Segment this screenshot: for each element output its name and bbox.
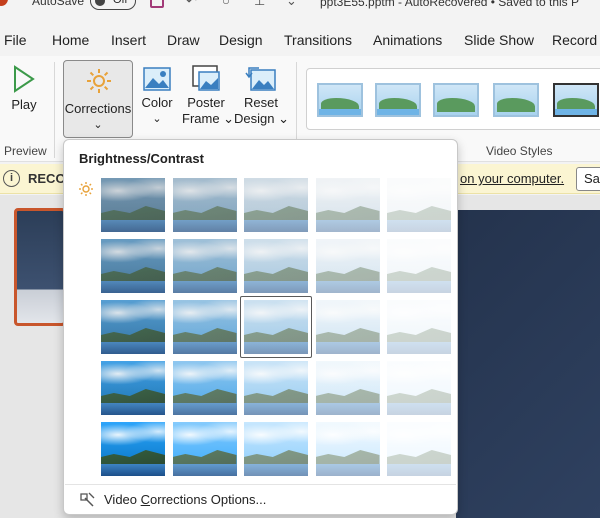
present-icon[interactable]: ⊥ <box>254 0 265 9</box>
slide-thumbnail[interactable] <box>14 208 66 326</box>
tab-slide-show[interactable]: Slide Show <box>464 32 534 48</box>
ribbon-tabs: File Home Insert Draw Design Transitions… <box>0 28 600 54</box>
picture-color-icon <box>143 67 171 91</box>
brightness-contrast-preset[interactable] <box>387 361 451 415</box>
brightness-contrast-preset[interactable] <box>387 300 451 354</box>
tab-record[interactable]: Record <box>552 32 597 48</box>
poster-frame-label: Frame ⌄ <box>182 111 235 126</box>
chevron-down-icon: ⌄ <box>93 119 103 131</box>
video-style-thumb[interactable] <box>433 83 479 117</box>
video-style-thumb[interactable] <box>317 83 363 117</box>
poster-frame-button[interactable]: Poster Frame ⌄ <box>182 64 235 127</box>
autosave-toggle[interactable]: Off <box>90 0 136 10</box>
brightness-contrast-preset[interactable] <box>172 178 237 232</box>
brightness-contrast-preset[interactable] <box>101 361 165 415</box>
brightness-contrast-preset[interactable] <box>244 361 308 415</box>
corrections-options-icon <box>80 492 95 507</box>
save-icon[interactable] <box>150 0 164 8</box>
brightness-contrast-preset[interactable] <box>172 361 237 415</box>
preview-group-label: Preview <box>4 144 47 158</box>
tab-file[interactable]: File <box>4 32 27 48</box>
corrections-label: Corrections <box>64 101 132 116</box>
brightness-contrast-preset[interactable] <box>315 422 380 476</box>
reset-label: Reset <box>244 95 278 110</box>
save-button[interactable]: Sav <box>576 167 600 191</box>
dropdown-separator <box>65 484 456 485</box>
app-logo-icon <box>0 0 8 6</box>
brightness-contrast-preset[interactable] <box>387 178 451 232</box>
brightness-contrast-preset[interactable] <box>101 178 165 232</box>
brightness-contrast-preset[interactable] <box>315 361 380 415</box>
corrections-dropdown: Brightness/Contrast Video Corrections Op… <box>63 139 458 515</box>
brightness-contrast-preset[interactable] <box>387 422 451 476</box>
brightness-contrast-preset[interactable] <box>101 422 165 476</box>
video-style-thumb[interactable] <box>493 83 539 117</box>
chevron-down-icon: ⌄ <box>152 113 162 125</box>
ribbon-separator <box>54 62 55 158</box>
title-bar: AutoSave Off ↶ ○ ⊥ ⌄ ppt3E55.pptm - Auto… <box>0 0 600 22</box>
tab-transitions[interactable]: Transitions <box>284 32 352 48</box>
brightness-sun-icon <box>79 182 93 196</box>
tab-animations[interactable]: Animations <box>373 32 442 48</box>
tab-design[interactable]: Design <box>219 32 263 48</box>
brightness-contrast-preset[interactable] <box>315 300 380 354</box>
tab-home[interactable]: Home <box>52 32 89 48</box>
brightness-contrast-preset[interactable] <box>172 239 237 293</box>
redo-icon[interactable]: ○ <box>222 0 230 8</box>
selected-preset-frame <box>240 296 312 358</box>
reset-design-label: Design ⌄ <box>234 111 289 126</box>
brightness-contrast-preset[interactable] <box>387 239 451 293</box>
brightness-contrast-preset[interactable] <box>244 422 308 476</box>
brightness-contrast-preset[interactable] <box>101 300 165 354</box>
customize-qat-icon[interactable]: ⌄ <box>286 0 297 9</box>
corrections-button[interactable]: Corrections ⌄ <box>63 60 133 138</box>
autosave-label: AutoSave <box>32 0 85 8</box>
recovery-link[interactable]: on your computer. <box>460 171 564 186</box>
reset-design-button[interactable]: Reset Design ⌄ <box>234 64 289 127</box>
brightness-contrast-preset[interactable] <box>172 300 237 354</box>
play-label: Play <box>11 97 37 112</box>
play-icon <box>14 65 35 93</box>
video-corrections-options-link[interactable]: Video Corrections Options... <box>104 492 266 507</box>
brightness-contrast-preset[interactable] <box>101 239 165 293</box>
brightness-contrast-preset[interactable] <box>244 239 308 293</box>
brightness-contrast-heading: Brightness/Contrast <box>79 151 204 166</box>
video-style-thumb[interactable] <box>553 83 599 117</box>
color-button[interactable]: Color ⌄ <box>138 66 176 127</box>
poster-frame-icon <box>192 65 220 91</box>
brightness-contrast-preset[interactable] <box>315 239 380 293</box>
info-icon: i <box>3 170 20 187</box>
document-title: ppt3E55.pptm - AutoRecovered • Saved to … <box>320 0 580 9</box>
sun-icon <box>87 69 111 93</box>
brightness-contrast-preset[interactable] <box>315 178 380 232</box>
poster-label: Poster <box>187 95 225 110</box>
play-button[interactable]: Play <box>6 64 42 113</box>
brightness-contrast-preset[interactable] <box>244 178 308 232</box>
reset-design-icon <box>245 67 276 91</box>
tab-insert[interactable]: Insert <box>111 32 146 48</box>
video-styles-gallery <box>306 68 600 130</box>
brightness-contrast-preset[interactable] <box>172 422 237 476</box>
slide-canvas[interactable] <box>456 210 600 518</box>
video-styles-group-label: Video Styles <box>486 144 553 158</box>
tab-draw[interactable]: Draw <box>167 32 200 48</box>
video-style-thumb[interactable] <box>375 83 421 117</box>
color-label: Color <box>141 95 173 110</box>
undo-icon[interactable]: ↶ <box>186 0 197 9</box>
